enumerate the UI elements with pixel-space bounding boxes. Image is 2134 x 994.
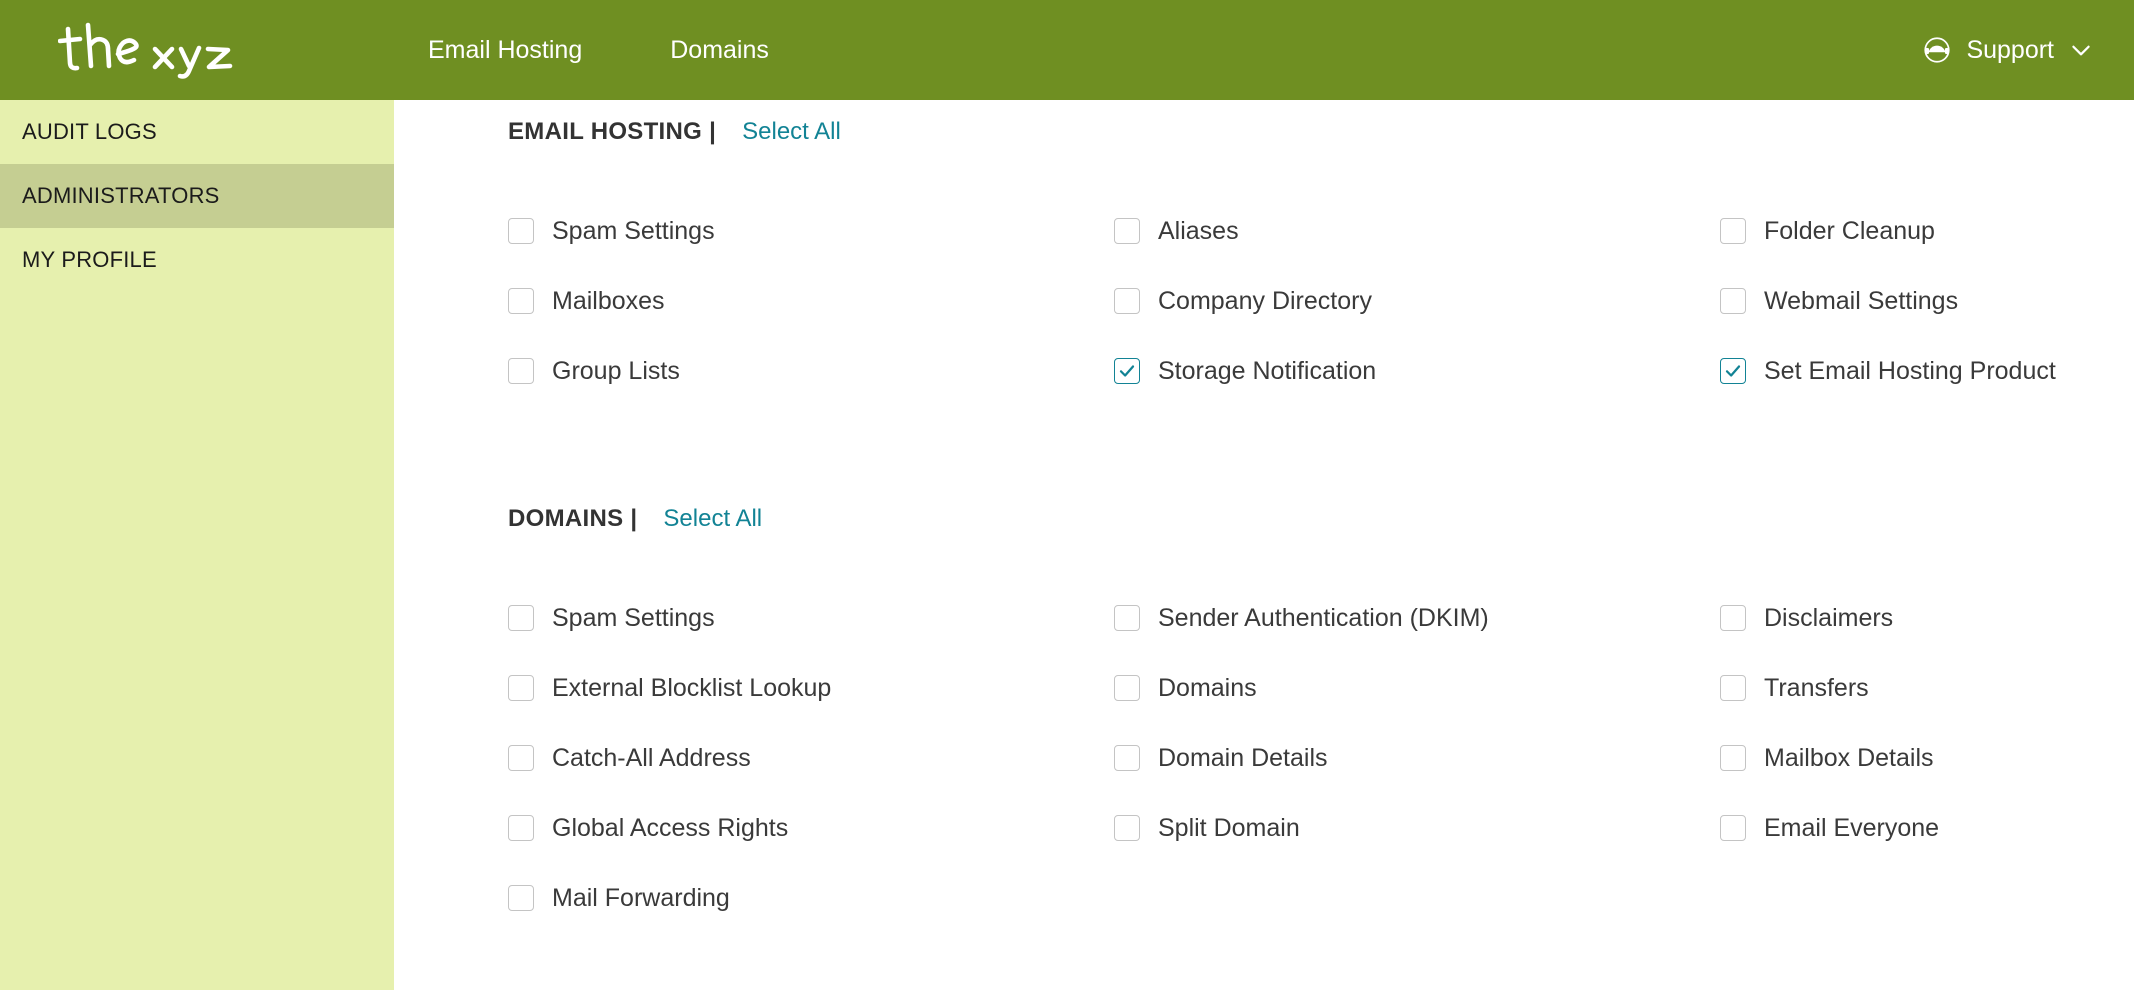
- checkbox-row[interactable]: Split Domain: [1114, 793, 1300, 863]
- sidebar: AUDIT LOGS ADMINISTRATORS MY PROFILE: [0, 100, 394, 990]
- checkbox-sender-authentication-dkim[interactable]: [1114, 605, 1140, 631]
- checkbox-label: Mailbox Details: [1764, 743, 1934, 772]
- sidebar-item-label: ADMINISTRATORS: [22, 183, 220, 208]
- checkbox-label: Storage Notification: [1158, 356, 1377, 385]
- checkbox-row[interactable]: Webmail Settings: [1720, 266, 1958, 336]
- checkbox-disclaimers[interactable]: [1720, 605, 1746, 631]
- permissions-column-3: Disclaimers Transfers Mailbox Details Em…: [1720, 583, 2134, 933]
- checkbox-label: Split Domain: [1158, 813, 1300, 842]
- checkbox-row[interactable]: Global Access Rights: [508, 793, 788, 863]
- checkbox-row[interactable]: Domains: [1114, 653, 1257, 723]
- checkbox-row[interactable]: Domain Details: [1114, 723, 1328, 793]
- sidebar-item-administrators[interactable]: ADMINISTRATORS: [0, 164, 394, 228]
- checkbox-row[interactable]: Disclaimers: [1720, 583, 1893, 653]
- checkbox-label: External Blocklist Lookup: [552, 673, 832, 702]
- checkbox-set-email-hosting-product[interactable]: [1720, 358, 1746, 384]
- checkbox-external-blocklist-lookup[interactable]: [508, 675, 534, 701]
- checkbox-row[interactable]: Mailbox Details: [1720, 723, 1934, 793]
- permissions-grid: Spam Settings Mailboxes Group Lists Alia…: [394, 196, 2134, 406]
- checkbox-row[interactable]: Transfers: [1720, 653, 1869, 723]
- checkbox-spam-settings[interactable]: [508, 218, 534, 244]
- checkbox-group-lists[interactable]: [508, 358, 534, 384]
- checkbox-mailboxes[interactable]: [508, 288, 534, 314]
- checkbox-transfers[interactable]: [1720, 675, 1746, 701]
- checkbox-label: Catch-All Address: [552, 743, 751, 772]
- checkbox-domains[interactable]: [1114, 675, 1140, 701]
- checkbox-label: Global Access Rights: [552, 813, 789, 842]
- checkbox-row[interactable]: Storage Notification: [1114, 336, 1376, 406]
- support-label: Support: [1966, 35, 2054, 64]
- checkbox-label: Domains: [1158, 673, 1257, 702]
- checkbox-domain-details[interactable]: [1114, 745, 1140, 771]
- checkbox-label: Webmail Settings: [1764, 286, 1959, 315]
- checkbox-label: Company Directory: [1158, 286, 1372, 315]
- checkbox-label: Set Email Hosting Product: [1764, 356, 2056, 385]
- permissions-column-2: Sender Authentication (DKIM) Domains Dom…: [1114, 583, 1720, 933]
- checkbox-row[interactable]: Company Directory: [1114, 266, 1372, 336]
- checkbox-label: Mail Forwarding: [552, 883, 730, 912]
- checkbox-row[interactable]: Folder Cleanup: [1720, 196, 1935, 266]
- checkbox-label: Email Everyone: [1764, 813, 1940, 842]
- support-agent-icon: [1922, 35, 1952, 65]
- checkbox-company-directory[interactable]: [1114, 288, 1140, 314]
- permissions-panel: EMAIL HOSTING | Select All Spam Settings…: [394, 100, 2134, 994]
- checkbox-row[interactable]: Aliases: [1114, 196, 1239, 266]
- checkbox-mail-forwarding[interactable]: [508, 885, 534, 911]
- sidebar-item-label: MY PROFILE: [22, 247, 157, 272]
- checkbox-email-everyone[interactable]: [1720, 815, 1746, 841]
- checkbox-label: Spam Settings: [552, 216, 715, 245]
- checkbox-mailbox-details[interactable]: [1720, 745, 1746, 771]
- checkbox-label: Sender Authentication (DKIM): [1158, 603, 1489, 632]
- section-email-hosting: EMAIL HOSTING | Select All Spam Settings…: [394, 118, 2134, 406]
- main-nav: Email Hosting Domains: [428, 37, 769, 63]
- nav-link-email-hosting[interactable]: Email Hosting: [428, 37, 582, 63]
- section-title: EMAIL HOSTING |: [508, 118, 717, 145]
- checkbox-label: Aliases: [1158, 216, 1239, 245]
- checkbox-row[interactable]: External Blocklist Lookup: [508, 653, 831, 723]
- permissions-column-2: Aliases Company Directory Storage Notifi…: [1114, 196, 1720, 406]
- checkbox-label: Mailboxes: [552, 286, 665, 315]
- permissions-grid: Spam Settings External Blocklist Lookup …: [394, 583, 2134, 933]
- checkbox-row[interactable]: Spam Settings: [508, 196, 715, 266]
- checkbox-storage-notification[interactable]: [1114, 358, 1140, 384]
- section-domains: DOMAINS | Select All Spam Settings Exter…: [394, 505, 2134, 933]
- permissions-column-3: Folder Cleanup Webmail Settings Set Emai…: [1720, 196, 2134, 406]
- checkbox-folder-cleanup[interactable]: [1720, 218, 1746, 244]
- select-all-link-domains[interactable]: Select All: [663, 505, 762, 533]
- checkbox-split-domain[interactable]: [1114, 815, 1140, 841]
- support-menu[interactable]: Support: [1922, 35, 2094, 65]
- checkbox-row[interactable]: Sender Authentication (DKIM): [1114, 583, 1489, 653]
- checkbox-row[interactable]: Group Lists: [508, 336, 680, 406]
- checkbox-label: Transfers: [1764, 673, 1869, 702]
- section-title: DOMAINS |: [508, 505, 638, 532]
- sidebar-item-audit-logs[interactable]: AUDIT LOGS: [0, 100, 394, 164]
- checkbox-row[interactable]: Email Everyone: [1720, 793, 1939, 863]
- sidebar-item-my-profile[interactable]: MY PROFILE: [0, 228, 394, 292]
- checkbox-row[interactable]: Set Email Hosting Product: [1720, 336, 2056, 406]
- nav-link-domains[interactable]: Domains: [670, 37, 769, 63]
- permissions-column-1: Spam Settings External Blocklist Lookup …: [508, 583, 1114, 933]
- permissions-column-1: Spam Settings Mailboxes Group Lists: [508, 196, 1114, 406]
- section-header: DOMAINS | Select All: [394, 505, 2134, 549]
- checkbox-webmail-settings[interactable]: [1720, 288, 1746, 314]
- checkbox-domains-spam-settings[interactable]: [508, 605, 534, 631]
- top-header: Email Hosting Domains Support: [0, 0, 2134, 100]
- checkbox-row[interactable]: Spam Settings: [508, 583, 715, 653]
- checkbox-label: Folder Cleanup: [1764, 216, 1935, 245]
- sidebar-item-label: AUDIT LOGS: [22, 119, 157, 144]
- section-header: EMAIL HOSTING | Select All: [394, 118, 2134, 162]
- checkbox-catch-all-address[interactable]: [508, 745, 534, 771]
- checkbox-global-access-rights[interactable]: [508, 815, 534, 841]
- select-all-link-email-hosting[interactable]: Select All: [742, 118, 841, 146]
- checkbox-row[interactable]: Mailboxes: [508, 266, 665, 336]
- checkbox-aliases[interactable]: [1114, 218, 1140, 244]
- checkbox-label: Spam Settings: [552, 603, 715, 632]
- checkbox-row[interactable]: Mail Forwarding: [508, 863, 730, 933]
- brand-logo[interactable]: [58, 20, 238, 80]
- checkbox-row[interactable]: Catch-All Address: [508, 723, 751, 793]
- checkbox-label: Domain Details: [1158, 743, 1328, 772]
- checkbox-label: Disclaimers: [1764, 603, 1894, 632]
- chevron-down-icon[interactable]: [2068, 37, 2094, 63]
- checkbox-label: Group Lists: [552, 356, 680, 385]
